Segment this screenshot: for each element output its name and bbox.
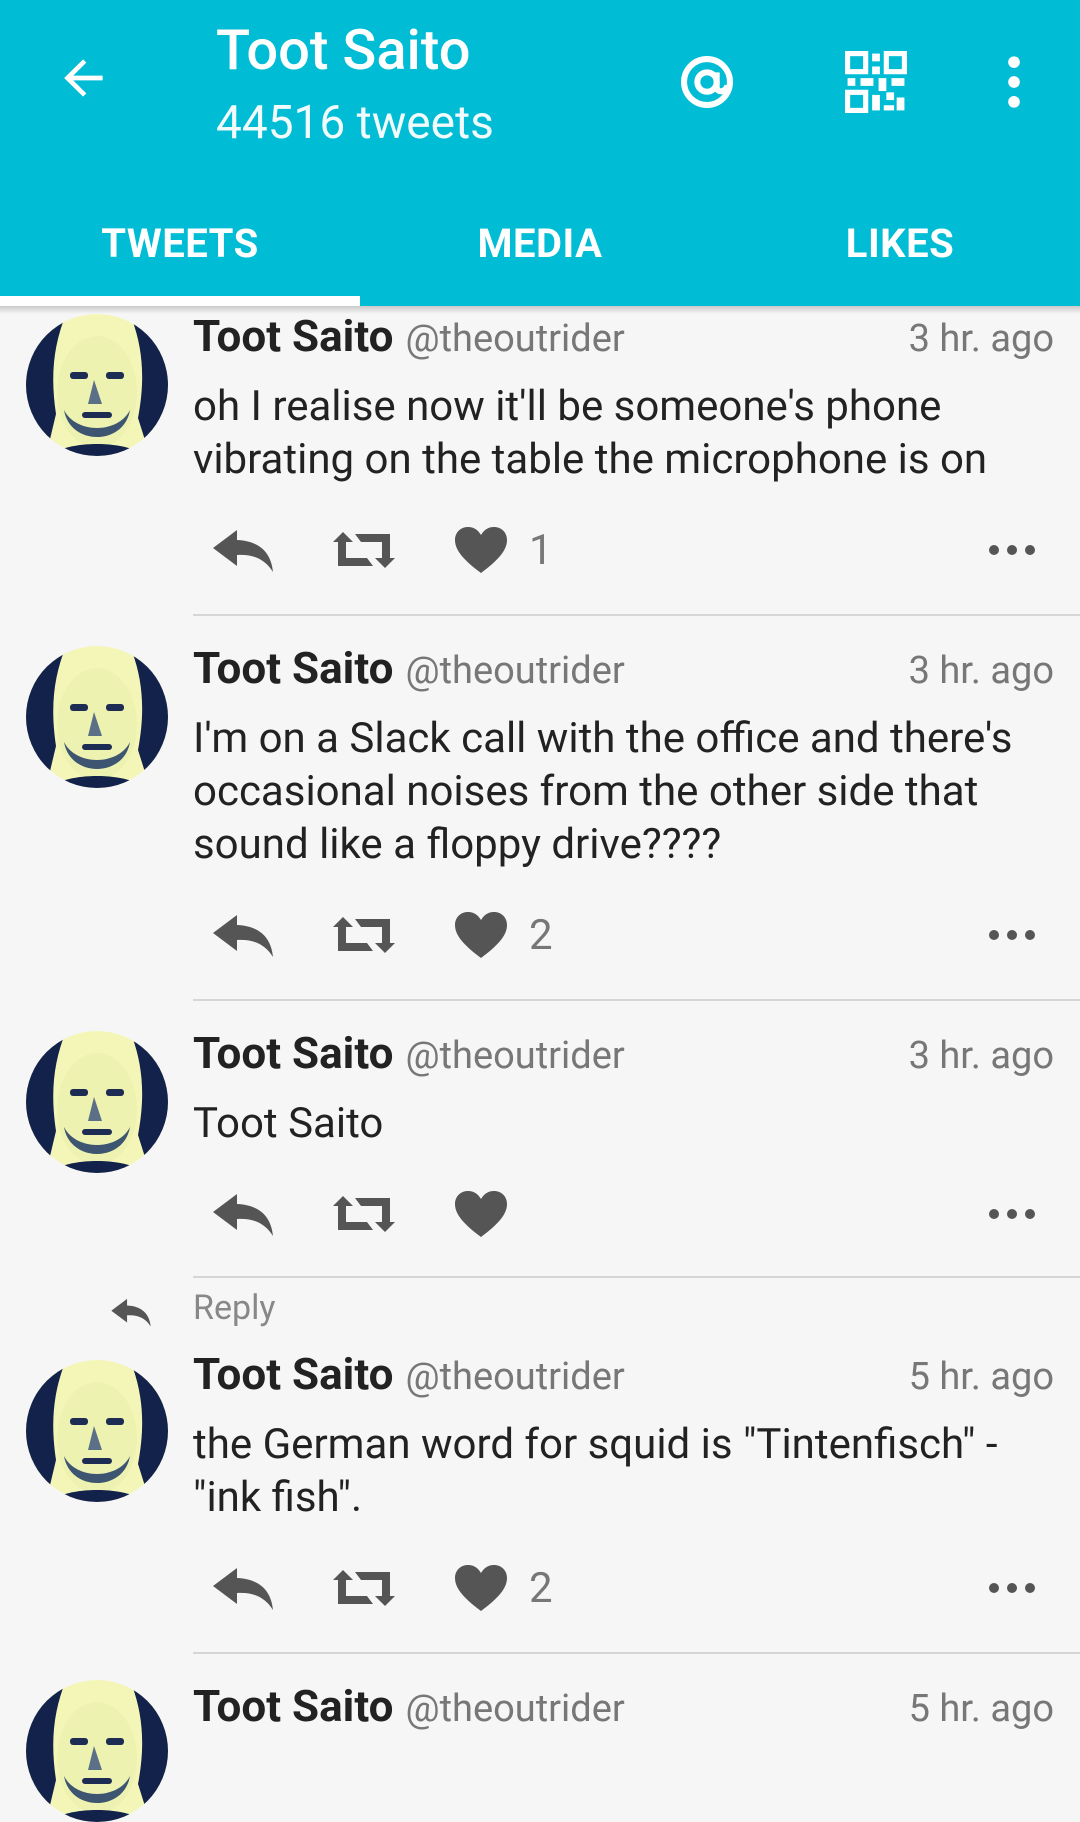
reply-button[interactable]: [211, 893, 275, 977]
retweet-button[interactable]: [331, 893, 397, 977]
tweet-count: 44516 tweets: [216, 96, 494, 150]
profile-name-title: Toot Saito: [216, 17, 471, 83]
like-button[interactable]: 1: [455, 508, 553, 592]
tab-media[interactable]: MEDIA: [360, 180, 720, 306]
like-count: 2: [529, 1563, 553, 1613]
retweet-icon: [331, 1566, 397, 1610]
reply-indicator: Reply: [0, 1278, 1080, 1348]
timestamp: 5 hr. ago: [908, 1355, 1054, 1399]
author-name[interactable]: Toot Saito: [193, 1680, 393, 1732]
tweet-actions: 2: [193, 893, 1054, 977]
reply-label: Reply: [193, 1288, 276, 1328]
retweet-button[interactable]: [331, 508, 397, 592]
reply-icon: [110, 1296, 152, 1328]
tweet-text: oh I realise now it'll be someone's phon…: [193, 382, 988, 484]
reply-icon: [211, 1190, 275, 1238]
like-button[interactable]: 2: [455, 893, 553, 977]
tweet-more-button[interactable]: [988, 1172, 1036, 1256]
like-count: 2: [529, 910, 553, 960]
profile-tabs: TWEETS MEDIA LIKES: [0, 180, 1080, 306]
like-button[interactable]: [455, 1172, 507, 1256]
tweet-more-button[interactable]: [988, 1546, 1036, 1630]
tab-likes[interactable]: LIKES: [720, 180, 1080, 306]
reply-button[interactable]: [211, 1546, 275, 1630]
tweet-more-button[interactable]: [988, 893, 1036, 977]
timestamp: 3 hr. ago: [908, 1034, 1054, 1078]
more-vert-icon: [1008, 56, 1020, 108]
reply-button[interactable]: [211, 1172, 275, 1256]
more-horiz-icon: [988, 1208, 1036, 1220]
reply-icon: [211, 911, 275, 959]
tweet-item[interactable]: Toot Saito @theoutrider 5 hr. ago: [0, 1654, 1080, 1740]
author-name[interactable]: Toot Saito: [193, 1027, 393, 1079]
retweet-button[interactable]: [331, 1546, 397, 1630]
qr-code-icon: [845, 51, 907, 113]
tweet-text: Toot Saito: [193, 1099, 384, 1148]
author-handle: @theoutrider: [405, 1355, 625, 1399]
avatar[interactable]: [26, 1031, 168, 1173]
author-name[interactable]: Toot Saito: [193, 642, 393, 694]
retweet-icon: [331, 1192, 397, 1236]
avatar[interactable]: [26, 1680, 168, 1822]
tweet-more-button[interactable]: [988, 508, 1036, 592]
more-horiz-icon: [988, 544, 1036, 556]
back-button[interactable]: [48, 42, 120, 114]
retweet-icon: [331, 913, 397, 957]
reply-button[interactable]: [211, 508, 275, 592]
tab-tweets[interactable]: TWEETS: [0, 180, 360, 306]
tweet-text: I'm on a Slack call with the office and …: [193, 714, 1013, 869]
tweet-list: Toot Saito @theoutrider 3 hr. ago oh I r…: [0, 306, 1080, 1740]
avatar[interactable]: [26, 314, 168, 456]
tweet-actions: [193, 1172, 1054, 1256]
tweet-actions: 1: [193, 508, 1054, 592]
avatar[interactable]: [26, 646, 168, 788]
author-name[interactable]: Toot Saito: [193, 310, 393, 362]
heart-icon: [455, 1191, 507, 1237]
author-handle: @theoutrider: [405, 649, 625, 693]
app-bar: Toot Saito 44516 tweets TWEETS MEDIA LIK…: [0, 0, 1080, 306]
arrow-back-icon: [64, 59, 103, 97]
author-name[interactable]: Toot Saito: [193, 1348, 393, 1400]
author-handle: @theoutrider: [405, 1687, 625, 1731]
tweet-item[interactable]: Toot Saito @theoutrider 3 hr. ago I'm on…: [0, 616, 1080, 1001]
timestamp: 3 hr. ago: [908, 649, 1054, 693]
overflow-menu-button[interactable]: [974, 42, 1054, 122]
timestamp: 5 hr. ago: [908, 1687, 1054, 1731]
tweet-text: the German word for squid is "Tintenfisc…: [193, 1420, 998, 1522]
qr-code-button[interactable]: [836, 42, 916, 122]
more-horiz-icon: [988, 1582, 1036, 1594]
author-handle: @theoutrider: [405, 1034, 625, 1078]
like-count: 1: [529, 525, 553, 575]
tweet-item[interactable]: Reply Toot Saito @theoutrider 5 hr. ago …: [0, 1278, 1080, 1654]
heart-icon: [455, 527, 507, 573]
reply-icon: [211, 526, 275, 574]
heart-icon: [455, 912, 507, 958]
timestamp: 3 hr. ago: [908, 317, 1054, 361]
reply-icon: [211, 1564, 275, 1612]
avatar[interactable]: [26, 1360, 168, 1502]
retweet-button[interactable]: [331, 1172, 397, 1256]
tweet-item[interactable]: Toot Saito @theoutrider 3 hr. ago oh I r…: [0, 306, 1080, 616]
heart-icon: [455, 1565, 507, 1611]
tweet-actions: 2: [193, 1546, 1054, 1630]
tweet-item[interactable]: Toot Saito @theoutrider 3 hr. ago Toot S…: [0, 1001, 1080, 1278]
retweet-icon: [331, 528, 397, 572]
author-handle: @theoutrider: [405, 317, 625, 361]
at-icon: [681, 56, 733, 108]
mention-button[interactable]: [667, 42, 747, 122]
like-button[interactable]: 2: [455, 1546, 553, 1630]
more-horiz-icon: [988, 929, 1036, 941]
